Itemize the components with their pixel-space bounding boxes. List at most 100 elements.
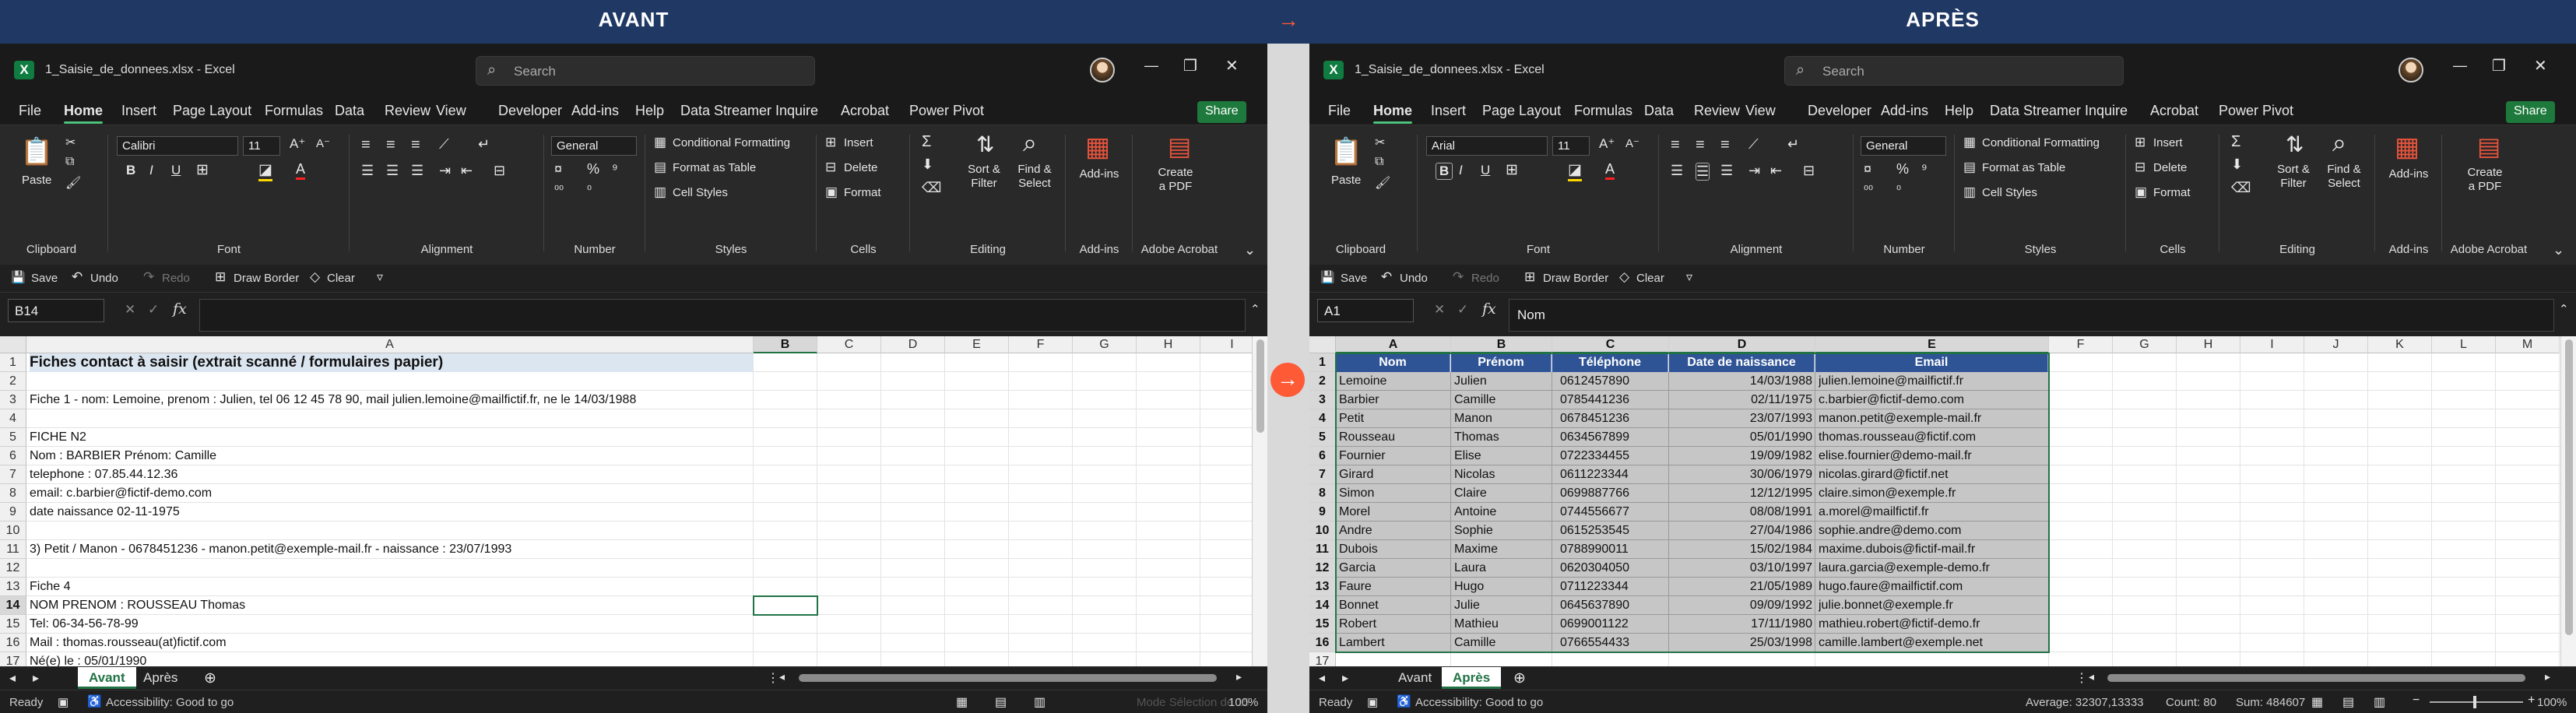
column-header[interactable]: C	[1552, 336, 1669, 353]
scroll-left-icon[interactable]: ◂	[779, 670, 785, 683]
column-header[interactable]: G	[1073, 336, 1137, 353]
row-header[interactable]: 15	[1309, 615, 1336, 634]
row-header[interactable]: 6	[1309, 447, 1336, 465]
insert-button[interactable]: Insert	[2153, 136, 2183, 149]
percent-icon[interactable]: %	[587, 161, 599, 177]
align-bottom-icon[interactable]: ≡	[1720, 136, 1730, 154]
indent-icon[interactable]: ⇥	[1748, 163, 1760, 179]
tab-options-icon[interactable]: ⋮	[2075, 670, 2088, 686]
row-header[interactable]: 5	[0, 428, 26, 447]
next-sheet-icon[interactable]: ▸	[1342, 670, 1348, 686]
decrease-decimal-icon[interactable]: ⁰	[1896, 183, 1901, 197]
scroll-right-icon[interactable]: ▸	[1236, 670, 1242, 683]
find-select-button[interactable]: Find &	[2318, 163, 2370, 176]
format-cells-icon[interactable]: ▣	[2135, 184, 2147, 200]
cut-icon[interactable]: ✂	[65, 135, 76, 150]
cell-a17[interactable]: Né(e) le : 05/01/1990	[30, 652, 1197, 666]
column-header[interactable]: H	[1137, 336, 1200, 353]
draw-border-icon[interactable]: ⊞	[215, 269, 226, 285]
font-name-box[interactable]: Arial	[1426, 136, 1548, 156]
pdf-icon[interactable]: ▤	[2477, 132, 2500, 161]
row-header[interactable]: 8	[1309, 484, 1336, 503]
zoom-thumb[interactable]	[2473, 696, 2476, 708]
customize-qat-icon[interactable]: ▿	[377, 269, 383, 285]
share-button[interactable]: Share	[2506, 101, 2555, 123]
increase-decimal-icon[interactable]: ⁰⁰	[554, 183, 564, 197]
menu-view[interactable]: View	[436, 103, 466, 119]
close-icon[interactable]: ✕	[1225, 56, 1239, 76]
cell-styles-button[interactable]: Cell Styles	[1982, 186, 2037, 199]
bold-icon[interactable]: B	[1436, 163, 1453, 180]
row-header[interactable]: 13	[0, 578, 26, 596]
menu-inquire[interactable]: Inquire	[775, 103, 818, 119]
accessibility-icon[interactable]: ♿	[1397, 694, 1411, 708]
addins-icon[interactable]: ▦	[1085, 132, 1110, 163]
page-break-icon[interactable]: ▥	[1034, 694, 1046, 710]
row-header[interactable]: 12	[1309, 559, 1336, 578]
row-header[interactable]: 1	[1309, 353, 1336, 372]
normal-view-icon[interactable]: ▦	[2311, 694, 2323, 710]
scroll-left-icon[interactable]: ◂	[2089, 670, 2094, 683]
sheet-tab-apres[interactable]: Après	[1442, 667, 1502, 689]
cut-icon[interactable]: ✂	[1375, 135, 1385, 150]
selected-cell-b14[interactable]	[753, 595, 818, 616]
align-center-icon[interactable]: ☰	[1696, 163, 1710, 181]
column-header[interactable]: A	[1336, 336, 1451, 353]
italic-icon[interactable]: I	[1459, 163, 1463, 178]
enter-icon[interactable]: ✓	[148, 302, 159, 318]
row-header[interactable]: 5	[1309, 428, 1336, 447]
find-select-icon[interactable]: ⌕	[1023, 128, 1037, 158]
fill-icon[interactable]: ⬇	[2231, 156, 2243, 173]
collapse-ribbon-icon[interactable]: ⌄	[2553, 242, 2564, 258]
redo-icon[interactable]: ↷	[1453, 269, 1464, 285]
menu-file[interactable]: File	[19, 103, 41, 119]
page-layout-icon[interactable]: ▤	[2342, 694, 2354, 710]
column-header[interactable]: C	[817, 336, 881, 353]
row-header[interactable]: 2	[1309, 372, 1336, 391]
draw-border-button[interactable]: Draw Border	[1543, 272, 1608, 285]
bold-icon[interactable]: B	[126, 163, 135, 178]
column-header[interactable]: M	[2496, 336, 2560, 353]
accessibility-icon[interactable]: ♿	[87, 694, 102, 708]
format-painter-icon[interactable]: 🖌	[65, 175, 81, 191]
row-header[interactable]: 11	[1309, 540, 1336, 559]
page-layout-icon[interactable]: ▤	[995, 694, 1007, 710]
column-header[interactable]: F	[1009, 336, 1073, 353]
column-header[interactable]: A	[26, 336, 754, 353]
zoom-in-icon[interactable]: +	[2528, 694, 2535, 708]
fill-icon[interactable]: ⬇	[922, 156, 933, 173]
cell-a3[interactable]: Fiche 1 - nom: Lemoine, prenom : Julien,…	[30, 391, 1197, 409]
menu-view[interactable]: View	[1745, 103, 1776, 119]
column-header[interactable]: L	[2432, 336, 2496, 353]
collapse-ribbon-icon[interactable]: ⌄	[1244, 242, 1256, 258]
align-left-icon[interactable]: ☰	[1671, 163, 1683, 179]
orientation-icon[interactable]: ⟋	[439, 136, 449, 153]
decrease-font-icon[interactable]: A⁻	[316, 136, 330, 150]
cell-a16[interactable]: Mail : thomas.rousseau(at)fictif.com	[30, 634, 1197, 652]
avatar[interactable]	[1090, 58, 1115, 83]
avatar[interactable]	[2399, 58, 2423, 83]
find-select-button[interactable]: Find &	[1009, 163, 1060, 176]
cancel-icon[interactable]: ✕	[125, 302, 135, 318]
currency-icon[interactable]: ¤	[554, 161, 562, 177]
customize-qat-icon[interactable]: ▿	[1686, 269, 1692, 285]
scroll-right-icon[interactable]: ▸	[2545, 670, 2550, 683]
cell-a11[interactable]: 3) Petit / Manon - 0678451236 - manon.pe…	[30, 540, 1197, 559]
normal-view-icon[interactable]: ▦	[956, 694, 968, 710]
pdf-icon[interactable]: ▤	[1168, 132, 1191, 161]
increase-decimal-icon[interactable]: ⁰⁰	[1864, 183, 1873, 197]
indent-icon[interactable]: ⇥	[439, 163, 451, 179]
formula-input[interactable]: Nom	[1509, 299, 2554, 332]
formula-input[interactable]	[199, 299, 1246, 332]
increase-font-icon[interactable]: A⁺	[290, 136, 305, 152]
menu-home[interactable]: Home	[1373, 103, 1413, 124]
column-header[interactable]: K	[2368, 336, 2432, 353]
row-header[interactable]: 15	[0, 615, 26, 634]
eraser-icon[interactable]: ◇	[310, 269, 320, 285]
align-center-icon[interactable]: ☰	[386, 163, 399, 179]
row-header[interactable]: 17	[0, 652, 26, 666]
horizontal-scrollbar[interactable]	[799, 674, 1217, 682]
paste-icon[interactable]: 📋	[20, 136, 53, 167]
vertical-scrollbar[interactable]	[1252, 336, 1267, 666]
cell-styles-icon[interactable]: ▥	[654, 184, 666, 200]
